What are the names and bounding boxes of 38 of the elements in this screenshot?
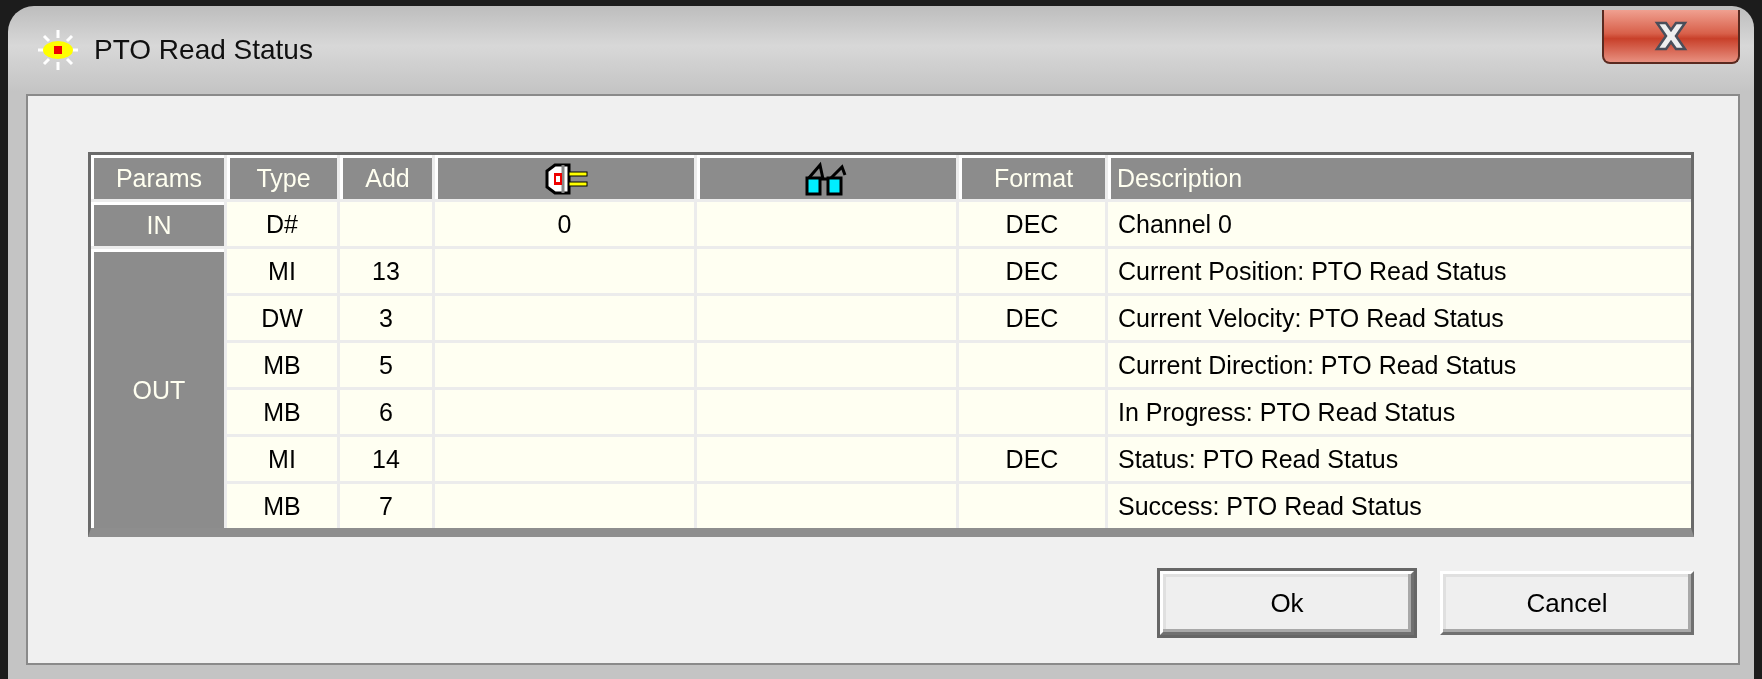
table-cell: 13 [340,249,432,293]
table-cell: Success: PTO Read Status [1108,484,1691,528]
row-header: OUT [91,249,224,528]
column-header: Description [1108,155,1691,199]
column-header: Add [340,155,432,199]
table-cell: Current Direction: PTO Read Status [1108,343,1691,387]
table-cell: 7 [340,484,432,528]
column-header: Params [91,155,224,199]
table-cell: MI [227,249,337,293]
table-cell: Current Position: PTO Read Status [1108,249,1691,293]
row-header: IN [91,202,224,246]
table-cell: DEC [959,249,1105,293]
cancel-button[interactable]: Cancel [1440,571,1694,635]
table-cell: Current Velocity: PTO Read Status [1108,296,1691,340]
table-cell: Channel 0 [1108,202,1691,246]
table-cell: MB [227,484,337,528]
table-cell: DW [227,296,337,340]
table-cell: Status: PTO Read Status [1108,437,1691,481]
table-cell: MB [227,343,337,387]
column-header: Format [959,155,1105,199]
table-cell: 5 [340,343,432,387]
table-cell: MB [227,390,337,434]
table-cell: DEC [959,437,1105,481]
table-cell: 14 [340,437,432,481]
table-cell: DEC [959,296,1105,340]
table-cell: D# [227,202,337,246]
table-cell: 0 [435,202,694,246]
table-cell: 3 [340,296,432,340]
table-cell: 6 [340,390,432,434]
column-header: Type [227,155,337,199]
ok-button[interactable]: Ok [1160,571,1414,635]
eye-icon [36,28,80,72]
table-cell: In Progress: PTO Read Status [1108,390,1691,434]
window-title: PTO Read Status [94,34,313,66]
table-cell: DEC [959,202,1105,246]
close-button[interactable] [1602,10,1740,64]
table-cell: MI [227,437,337,481]
close-icon [1653,20,1689,52]
